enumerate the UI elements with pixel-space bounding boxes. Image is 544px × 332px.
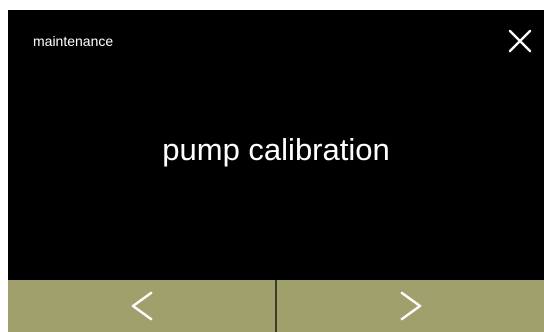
chevron-right-icon — [400, 291, 421, 321]
header-title: maintenance — [33, 33, 114, 49]
close-icon — [508, 29, 532, 53]
previous-button[interactable] — [8, 280, 275, 332]
screen: maintenance pump calibration — [8, 10, 544, 332]
close-button[interactable] — [506, 27, 534, 55]
screen-title: pump calibration — [162, 132, 390, 167]
nav-bar — [8, 280, 544, 332]
next-button[interactable] — [277, 280, 544, 332]
chevron-left-icon — [131, 291, 152, 321]
